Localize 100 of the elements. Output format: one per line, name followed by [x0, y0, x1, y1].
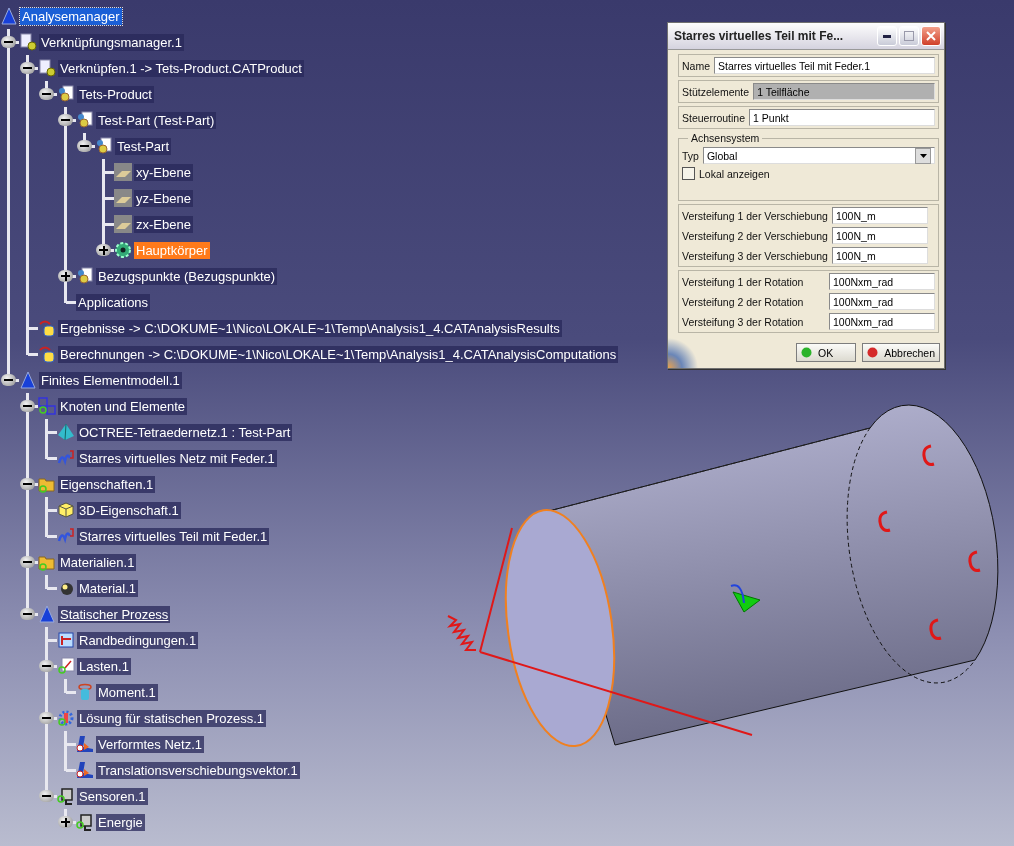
collapse-toggle[interactable]: [1, 36, 16, 48]
tree-item[interactable]: Energie: [96, 813, 145, 831]
sensor-icon: [76, 813, 94, 831]
tree-item[interactable]: 3D-Eigenschaft.1: [77, 501, 181, 519]
expand-toggle[interactable]: [58, 816, 73, 828]
cancel-button[interactable]: Abbrechen: [862, 343, 940, 362]
collapse-toggle[interactable]: [20, 608, 35, 620]
input-field[interactable]: 1 Punkt: [749, 109, 935, 126]
field-label: Stützelemente: [682, 85, 750, 98]
tree-item[interactable]: Test-Part: [115, 137, 171, 155]
minimize-button[interactable]: [877, 26, 897, 46]
tree-item[interactable]: Verknüpfungsmanager.1: [39, 33, 184, 51]
tree-item[interactable]: Statischer Prozess: [58, 605, 171, 623]
tree-item[interactable]: Starres virtuelles Netz mit Feder.1: [77, 449, 277, 467]
flag-icon: [57, 631, 75, 649]
collapse-toggle[interactable]: [39, 790, 54, 802]
tree-item[interactable]: Starres virtuelles Teil mit Feder.1: [77, 527, 270, 545]
pyramid-icon: [57, 423, 75, 441]
input-field[interactable]: 100N_m: [831, 207, 928, 224]
tree-item[interactable]: Berechnungen -> C:\DOKUME~1\Nico\LOKALE~1\Temp\Analysis1_4.CATAnalysisComputations: [58, 345, 619, 363]
collapse-toggle[interactable]: [39, 660, 54, 672]
spring-icon: [57, 527, 75, 545]
minimize-icon: [883, 34, 891, 38]
dot-icon: [801, 347, 813, 358]
tree-item[interactable]: Material.1: [77, 579, 139, 597]
plane-icon: [114, 189, 132, 207]
constraint-icon: [878, 510, 891, 532]
cube-icon: [57, 501, 75, 519]
close-icon: [926, 31, 936, 41]
tree-item[interactable]: Lösung für statischen Prozess.1: [77, 709, 266, 727]
field-label: Typ: [682, 149, 699, 162]
tree-item[interactable]: Test-Part (Test-Part): [96, 111, 217, 129]
tree-item[interactable]: Materialien.1: [58, 553, 137, 571]
type-dropdown[interactable]: Global: [702, 147, 935, 164]
tree-item[interactable]: Translationsverschiebungsvektor.1: [96, 761, 300, 779]
tree-item[interactable]: zx-Ebene: [134, 215, 193, 233]
constraint-icon: [968, 550, 981, 572]
dropdown-button[interactable]: [915, 147, 931, 164]
spring-icon: [57, 449, 75, 467]
document-gear-icon: [19, 33, 37, 51]
field-label: Name: [682, 59, 710, 72]
collapse-toggle[interactable]: [20, 400, 35, 412]
document-gear-icon: [95, 137, 113, 155]
document-gear-icon: [76, 267, 94, 285]
name-field[interactable]: Starres virtuelles Teil mit Feder.1: [714, 57, 935, 74]
checkbox[interactable]: [682, 167, 695, 180]
tree-item[interactable]: Lasten.1: [77, 657, 131, 675]
expand-toggle[interactable]: [96, 244, 111, 256]
deformation-icon: [76, 735, 94, 753]
tree-item[interactable]: Eigenschaften.1: [58, 475, 156, 493]
field-label: Steuerroutine: [682, 111, 746, 124]
caret-icon: [919, 153, 927, 158]
tree-item[interactable]: Sensoren.1: [77, 787, 148, 805]
deformation-icon: [76, 761, 94, 779]
field-label: Versteifung 2 der Rotation: [682, 295, 804, 308]
collapse-toggle[interactable]: [39, 88, 54, 100]
folder-icon: [38, 475, 56, 493]
collapse-toggle[interactable]: [20, 478, 35, 490]
collapse-toggle[interactable]: [1, 374, 16, 386]
tree-item[interactable]: Bezugspunkte (Bezugspunkte): [96, 267, 278, 285]
document-gear-icon: [38, 59, 56, 77]
group-title: Achsensystem: [688, 132, 763, 144]
tree-item[interactable]: OCTREE-Tetraedernetz.1 : Test-Part: [77, 423, 293, 441]
tree-item[interactable]: Tets-Product: [77, 85, 154, 103]
tree-item[interactable]: Verformtes Netz.1: [96, 735, 205, 753]
dot-icon: [867, 347, 879, 358]
input-field[interactable]: 100Nxm_rad: [829, 293, 935, 310]
tree-item[interactable]: Knoten und Elemente: [58, 397, 188, 415]
document-gear-icon: [76, 111, 94, 129]
collapse-toggle[interactable]: [58, 114, 73, 126]
collapse-toggle[interactable]: [39, 712, 54, 724]
mesh-icon: [38, 397, 56, 415]
input-field[interactable]: 100N_m: [831, 247, 928, 264]
tree-item[interactable]: Ergebnisse -> C:\DOKUME~1\Nico\LOKALE~1\Temp\Analysis1_4.CATAnalysisResults: [58, 319, 562, 337]
triangle-icon: [0, 7, 18, 25]
ok-button[interactable]: OK: [796, 343, 857, 362]
tree-item[interactable]: xy-Ebene: [134, 163, 193, 181]
field-label: Versteifung 3 der Verschiebung: [682, 249, 828, 262]
axis-icon: [730, 584, 761, 613]
collapse-toggle[interactable]: [20, 556, 35, 568]
expand-toggle[interactable]: [58, 270, 73, 282]
collapse-toggle[interactable]: [77, 140, 92, 152]
window-title: Starres virtuelles Teil mit Fe...: [674, 29, 845, 43]
tree-item[interactable]: Randbedingungen.1: [77, 631, 199, 649]
tree-item[interactable]: Moment.1: [96, 683, 158, 701]
tree-item[interactable]: Finites Elementmodell.1: [39, 371, 182, 389]
tree-item[interactable]: Applications: [76, 293, 151, 311]
sensor-icon: [57, 787, 75, 805]
solution-icon: [57, 709, 75, 727]
tree-item[interactable]: Analysemanager: [20, 7, 122, 25]
close-button[interactable]: [921, 26, 941, 46]
input-field[interactable]: 100Nxm_rad: [829, 273, 935, 290]
input-field[interactable]: 100Nxm_rad: [829, 313, 935, 330]
input-field[interactable]: 100N_m: [831, 227, 928, 244]
field-label: Versteifung 1 der Verschiebung: [682, 209, 828, 222]
triangle-icon: [38, 605, 56, 623]
gear-icon: [114, 241, 132, 259]
tree-item[interactable]: Verknüpfen.1 -> Tets-Product.CATProduct: [58, 59, 304, 77]
collapse-toggle[interactable]: [20, 62, 35, 74]
tree-item[interactable]: yz-Ebene: [134, 189, 193, 207]
